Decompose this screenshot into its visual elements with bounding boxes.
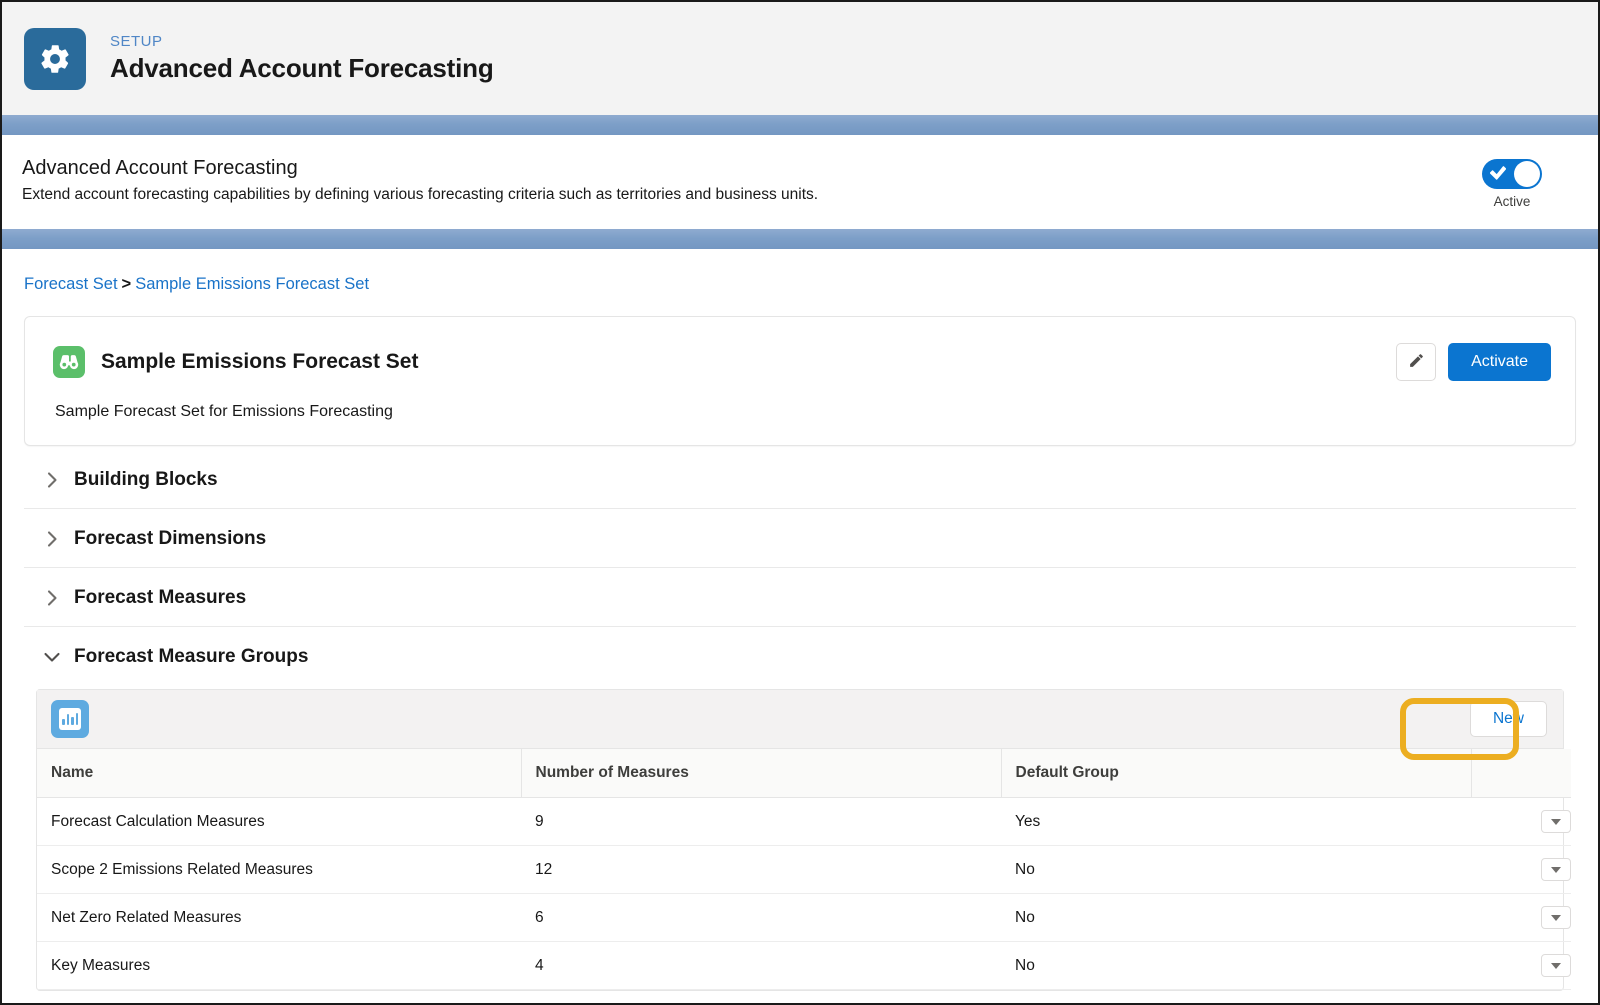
setup-title-block: SETUP Advanced Account Forecasting bbox=[110, 32, 494, 84]
feature-toggle-wrapper: Active bbox=[1482, 157, 1574, 209]
accordion-header-forecast-dimensions[interactable]: Forecast Dimensions bbox=[24, 509, 1576, 567]
chevron-down-icon bbox=[1551, 962, 1561, 969]
table-row[interactable]: Key Measures 4 No bbox=[37, 941, 1571, 990]
check-icon bbox=[1489, 166, 1507, 185]
breadcrumb-link-forecast-set[interactable]: Forecast Set bbox=[24, 275, 118, 293]
toggle-knob bbox=[1514, 161, 1540, 187]
accordion-section-forecast-dimensions: Forecast Dimensions bbox=[24, 509, 1576, 568]
row-actions-button[interactable] bbox=[1541, 954, 1571, 977]
column-header-actions bbox=[1471, 749, 1571, 798]
table-row[interactable]: Net Zero Related Measures 6 No bbox=[37, 893, 1571, 942]
row-actions-button[interactable] bbox=[1541, 858, 1571, 881]
accordion-label: Forecast Measure Groups bbox=[74, 646, 309, 667]
row-actions-button[interactable] bbox=[1541, 906, 1571, 929]
breadcrumb: Forecast Set > Sample Emissions Forecast S… bbox=[24, 249, 1576, 316]
accordion-header-forecast-measures[interactable]: Forecast Measures bbox=[24, 568, 1576, 626]
cell-number-of-measures: 12 bbox=[521, 845, 1001, 894]
bar-chart-icon bbox=[51, 700, 89, 738]
chevron-right-icon bbox=[44, 590, 60, 606]
page-title: Advanced Account Forecasting bbox=[110, 53, 494, 84]
column-header-name[interactable]: Name bbox=[37, 749, 522, 798]
accordion-section-building-blocks: Building Blocks bbox=[24, 450, 1576, 509]
cell-row-actions bbox=[1471, 845, 1571, 894]
feature-title: Advanced Account Forecasting bbox=[22, 157, 298, 179]
cell-default-group: No bbox=[1001, 941, 1471, 990]
forecast-set-identity: Sample Emissions Forecast Set bbox=[53, 346, 418, 378]
activate-button[interactable]: Activate bbox=[1448, 343, 1551, 381]
decorative-band-bottom bbox=[2, 229, 1598, 249]
chevron-down-icon bbox=[1551, 866, 1561, 873]
cell-number-of-measures: 9 bbox=[521, 797, 1001, 846]
accordion-label: Forecast Measures bbox=[74, 587, 247, 608]
cell-row-actions bbox=[1471, 941, 1571, 990]
setup-header: SETUP Advanced Account Forecasting bbox=[2, 2, 1598, 115]
feature-text-block: Advanced Account Forecasting Extend acco… bbox=[22, 157, 818, 204]
cell-name: Net Zero Related Measures bbox=[37, 893, 521, 942]
cell-name: Scope 2 Emissions Related Measures bbox=[37, 845, 521, 894]
related-list-toolbar: New bbox=[37, 690, 1563, 760]
feature-description: Extend account forecasting capabilities … bbox=[22, 186, 819, 203]
binoculars-icon bbox=[53, 346, 85, 378]
accordion-header-forecast-measure-groups[interactable]: Forecast Measure Groups bbox=[24, 627, 1576, 685]
cell-row-actions bbox=[1471, 797, 1571, 846]
accordion-label: Forecast Dimensions bbox=[74, 528, 267, 549]
accordion-label: Building Blocks bbox=[74, 469, 218, 490]
chevron-right-icon bbox=[44, 472, 60, 488]
main-content: Forecast Set > Sample Emissions Forecast S… bbox=[2, 249, 1598, 991]
cell-name: Forecast Calculation Measures bbox=[37, 797, 521, 846]
accordion-section-forecast-measures: Forecast Measures bbox=[24, 568, 1576, 627]
cell-default-group: No bbox=[1001, 845, 1471, 894]
new-button[interactable]: New bbox=[1469, 701, 1547, 737]
feature-toggle-strip: Advanced Account Forecasting Extend acco… bbox=[2, 135, 1598, 229]
forecast-set-card: Sample Emissions Forecast Set Activate S… bbox=[24, 316, 1576, 446]
row-actions-button[interactable] bbox=[1541, 810, 1571, 833]
cell-default-group: Yes bbox=[1001, 797, 1471, 846]
forecast-measure-groups-table: Name Number of Measures Default Group Fo… bbox=[37, 749, 1571, 990]
forecast-set-description: Sample Forecast Set for Emissions Foreca… bbox=[55, 403, 393, 420]
table-row[interactable]: Scope 2 Emissions Related Measures 12 No bbox=[37, 845, 1571, 894]
accordion-section-forecast-measure-groups: Forecast Measure Groups New Name Number … bbox=[24, 627, 1576, 991]
forecast-set-card-header: Sample Emissions Forecast Set Activate bbox=[53, 343, 1551, 381]
pencil-icon bbox=[1408, 352, 1425, 372]
chevron-down-icon bbox=[44, 649, 60, 665]
chevron-down-icon bbox=[1551, 818, 1561, 825]
chevron-down-icon bbox=[1551, 914, 1561, 921]
breadcrumb-link-current[interactable]: Sample Emissions Forecast Set bbox=[135, 275, 369, 293]
forecast-set-title: Sample Emissions Forecast Set bbox=[101, 350, 419, 373]
edit-button[interactable] bbox=[1396, 343, 1437, 381]
cell-number-of-measures: 4 bbox=[521, 941, 1001, 990]
accordion-header-building-blocks[interactable]: Building Blocks bbox=[24, 450, 1576, 508]
gear-icon bbox=[24, 27, 86, 90]
setup-eyebrow: SETUP bbox=[110, 32, 163, 50]
forecast-measure-groups-list: New Name Number of Measures Default Grou… bbox=[36, 689, 1571, 991]
toggle-state-label: Active bbox=[1493, 194, 1531, 209]
setup-page: SETUP Advanced Account Forecasting Advan… bbox=[0, 0, 1600, 1005]
chevron-right-icon bbox=[44, 531, 60, 547]
breadcrumb-separator: > bbox=[121, 275, 132, 293]
accordion: Building Blocks Forecast Dimensions Fore… bbox=[24, 450, 1576, 991]
cell-default-group: No bbox=[1001, 893, 1471, 942]
decorative-band-top bbox=[2, 115, 1598, 135]
cell-name: Key Measures bbox=[37, 941, 521, 990]
column-header-number-of-measures[interactable]: Number of Measures bbox=[521, 749, 1002, 798]
table-header-row: Name Number of Measures Default Group bbox=[37, 749, 1571, 798]
bar-chart-glyph bbox=[59, 708, 81, 730]
cell-number-of-measures: 6 bbox=[521, 893, 1001, 942]
column-header-default-group[interactable]: Default Group bbox=[1001, 749, 1472, 798]
table-row[interactable]: Forecast Calculation Measures 9 Yes bbox=[37, 797, 1571, 846]
cell-row-actions bbox=[1471, 893, 1571, 942]
forecast-set-actions: Activate bbox=[1396, 343, 1551, 381]
active-toggle[interactable] bbox=[1482, 159, 1542, 189]
